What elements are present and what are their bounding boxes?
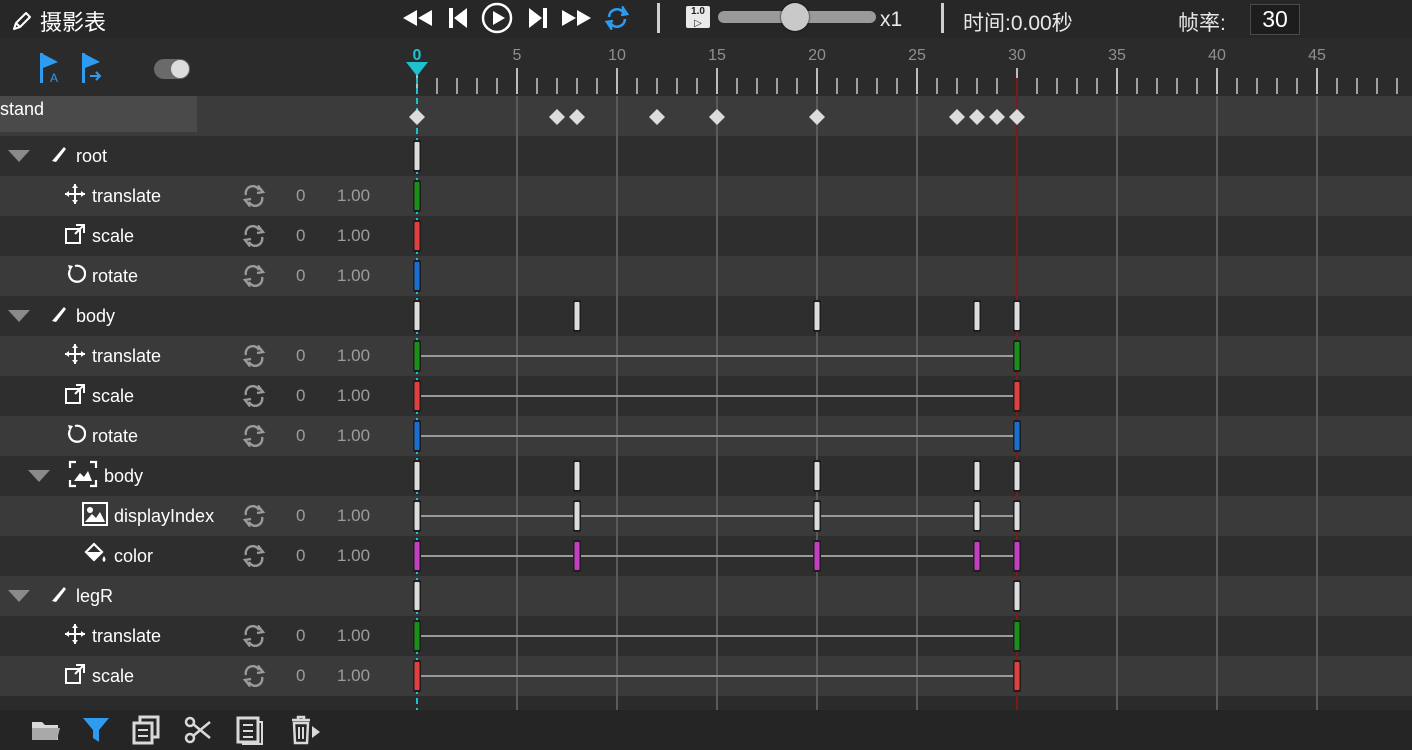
play-button[interactable] — [480, 2, 514, 34]
keyframe-marker — [414, 222, 420, 250]
keyframe-marker — [1014, 502, 1020, 530]
rewind-to-start-button[interactable] — [400, 4, 434, 32]
keyframe-marker — [574, 502, 580, 530]
step-back-icon — [449, 8, 467, 28]
play-circle-icon — [481, 2, 513, 34]
rewind-icon — [403, 10, 432, 26]
keyframe-marker — [1014, 542, 1020, 570]
speed-icon: 1.0 ▷ — [686, 6, 710, 29]
keyframe-marker — [414, 422, 420, 450]
scissors-icon — [184, 716, 211, 744]
keyframe-marker — [414, 582, 420, 610]
ruler-tick-label: 15 — [708, 47, 726, 64]
keyframe-marker — [414, 622, 420, 650]
keyframe-marker — [1014, 422, 1020, 450]
folder-icon — [32, 722, 60, 740]
top-bar: 摄影表 1.0 ▷ x1 时间: 0.00秒 帧率: — [0, 0, 1412, 38]
pencil-icon — [13, 12, 31, 30]
separator — [657, 3, 660, 33]
timeline-area[interactable]: 0510152025303540455 — [0, 38, 1412, 710]
ruler-tick-label: 45 — [1308, 47, 1326, 64]
keyframe-marker — [814, 302, 820, 330]
keyframe-marker — [414, 542, 420, 570]
separator — [941, 3, 944, 33]
speed-label: x1 — [880, 8, 903, 31]
bottom-toolbar — [0, 710, 1412, 750]
keyframe-marker — [1014, 462, 1020, 490]
ruler-tick-label: 0 — [413, 47, 422, 64]
keyframe-marker — [414, 382, 420, 410]
keyframe-marker — [414, 502, 420, 530]
trash-icon — [292, 715, 320, 745]
keyframe-marker — [974, 302, 980, 330]
copy-icon — [132, 715, 160, 745]
time-value: 0.00秒 — [1010, 12, 1073, 35]
cut-button[interactable] — [182, 714, 214, 746]
keyframe-marker — [574, 302, 580, 330]
ruler-tick-label: 10 — [608, 47, 626, 64]
step-forward-icon — [529, 8, 547, 28]
keyframe-marker — [574, 542, 580, 570]
keyframe-marker — [1014, 622, 1020, 650]
keyframe-marker — [814, 502, 820, 530]
fast-forward-icon — [562, 10, 591, 26]
paste-button[interactable] — [234, 714, 266, 746]
delete-button[interactable] — [288, 714, 320, 746]
keyframe-marker — [1014, 582, 1020, 610]
open-folder-button[interactable] — [30, 714, 62, 746]
filter-icon — [83, 718, 109, 742]
speed-slider-thumb[interactable] — [781, 3, 810, 31]
keyframe-marker — [1014, 342, 1020, 370]
ruler-tick-label: 20 — [808, 47, 826, 64]
keyframe-marker — [414, 462, 420, 490]
fps-input[interactable] — [1250, 4, 1300, 35]
loop-icon — [604, 6, 630, 30]
keyframe-marker — [1014, 662, 1020, 690]
copy-button[interactable] — [130, 714, 162, 746]
fast-forward-button[interactable] — [560, 4, 594, 32]
ruler-tick-label: 25 — [908, 47, 926, 64]
paste-icon — [236, 716, 263, 745]
filter-button[interactable] — [80, 714, 112, 746]
keyframe-marker — [974, 462, 980, 490]
next-frame-button[interactable] — [526, 4, 550, 32]
keyframe-marker — [574, 462, 580, 490]
ruler-tick-label: 30 — [1008, 47, 1026, 64]
keyframe-marker — [414, 662, 420, 690]
keyframe-marker — [1014, 302, 1020, 330]
ruler-tick-label: 40 — [1208, 47, 1226, 64]
time-label: 时间: — [963, 12, 1011, 35]
keyframe-marker — [974, 542, 980, 570]
keyframe-marker — [414, 142, 420, 170]
keyframe-marker — [414, 182, 420, 210]
time-display: 时间: 0.00秒 — [963, 7, 1073, 37]
keyframe-marker — [814, 462, 820, 490]
ruler-tick-label: 35 — [1108, 47, 1126, 64]
keyframe-marker — [814, 542, 820, 570]
keyframe-marker — [414, 262, 420, 290]
keyframe-marker — [414, 302, 420, 330]
speed-slider[interactable] — [718, 3, 876, 31]
panel-title-text: 摄影表 — [40, 10, 107, 35]
ruler-tick-label: 5 — [513, 47, 522, 64]
previous-frame-button[interactable] — [446, 4, 470, 32]
keyframe-marker — [1014, 382, 1020, 410]
keyframe-marker — [974, 502, 980, 530]
loop-toggle-button[interactable] — [602, 4, 632, 32]
panel-title: 摄影表 — [10, 5, 106, 37]
fps-label: 帧率: — [1178, 12, 1226, 35]
keyframe-marker — [414, 342, 420, 370]
